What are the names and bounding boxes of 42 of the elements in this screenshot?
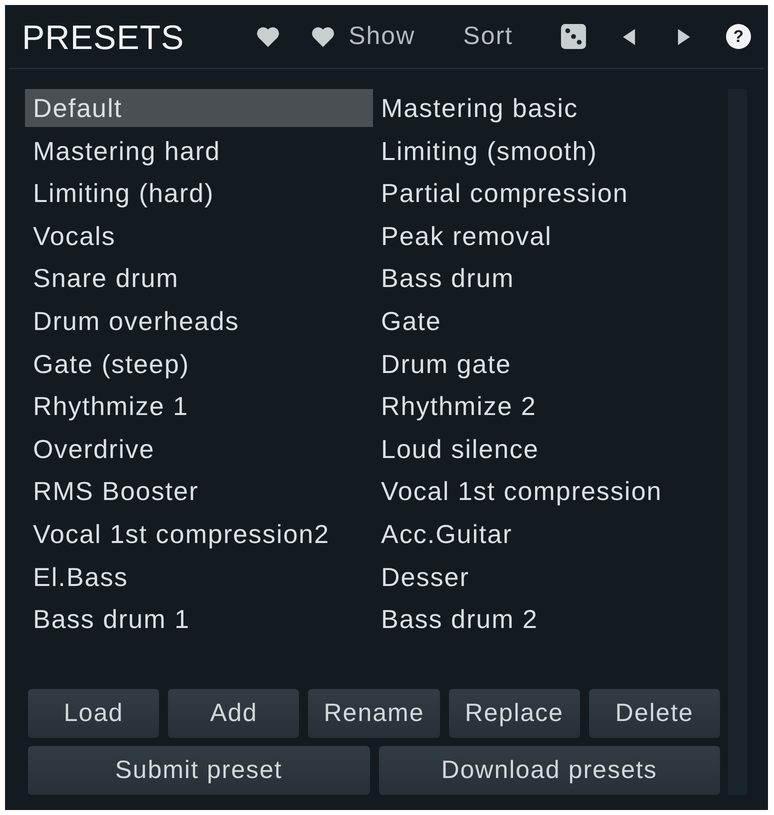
preset-item[interactable]: Drum overheads <box>25 302 373 340</box>
preset-item[interactable]: Default <box>25 89 373 127</box>
heart-icon[interactable] <box>256 26 280 47</box>
preset-item[interactable]: Overdrive <box>25 430 373 468</box>
preset-item[interactable]: Partial compression <box>373 174 720 212</box>
action-button[interactable]: Delete <box>588 689 720 738</box>
next-icon[interactable] <box>678 28 690 44</box>
action-button[interactable]: Replace <box>448 689 580 738</box>
preset-item[interactable]: Rhythmize 2 <box>373 387 720 426</box>
preset-item[interactable]: Gate (steep) <box>25 344 373 383</box>
preset-item[interactable]: Desser <box>373 558 720 596</box>
preset-item[interactable]: Peak removal <box>373 216 720 255</box>
preset-item[interactable]: Gate <box>373 302 720 340</box>
preset-item[interactable]: Drum gate <box>373 344 720 383</box>
show-button[interactable]: Show <box>310 22 416 51</box>
help-button[interactable]: ? <box>726 24 751 49</box>
preset-item[interactable]: Mastering basic <box>373 89 720 127</box>
preset-item[interactable]: Loud silence <box>373 430 720 468</box>
share-button[interactable]: Download presets <box>378 746 720 795</box>
preset-item[interactable]: Vocals <box>25 216 373 255</box>
action-button[interactable]: Load <box>28 689 160 738</box>
action-button[interactable]: Rename <box>308 689 440 738</box>
share-button[interactable]: Submit preset <box>28 746 370 795</box>
preset-item[interactable]: Limiting (hard) <box>25 174 373 212</box>
action-button[interactable]: Add <box>168 689 300 738</box>
preset-item[interactable]: Bass drum 2 <box>373 600 720 638</box>
preset-item[interactable]: Acc.Guitar <box>373 514 720 553</box>
preset-item[interactable]: Bass drum 1 <box>25 600 373 638</box>
preset-item[interactable]: Vocal 1st compression2 <box>25 514 373 553</box>
preset-item[interactable]: Rhythmize 1 <box>25 387 373 426</box>
previous-icon[interactable] <box>623 28 635 44</box>
dice-icon[interactable] <box>561 24 586 49</box>
heart-icon <box>310 26 335 47</box>
preset-item[interactable]: El.Bass <box>25 558 373 596</box>
preset-item[interactable]: Limiting (smooth) <box>373 132 720 170</box>
panel-title: PRESETS <box>22 19 184 58</box>
preset-item[interactable]: RMS Booster <box>25 472 373 510</box>
sort-button[interactable]: Sort <box>463 22 513 51</box>
preset-item[interactable]: Snare drum <box>25 259 373 298</box>
preset-item[interactable]: Bass drum <box>373 259 720 298</box>
preset-item[interactable]: Vocal 1st compression <box>373 472 720 510</box>
preset-item[interactable]: Mastering hard <box>25 132 373 170</box>
